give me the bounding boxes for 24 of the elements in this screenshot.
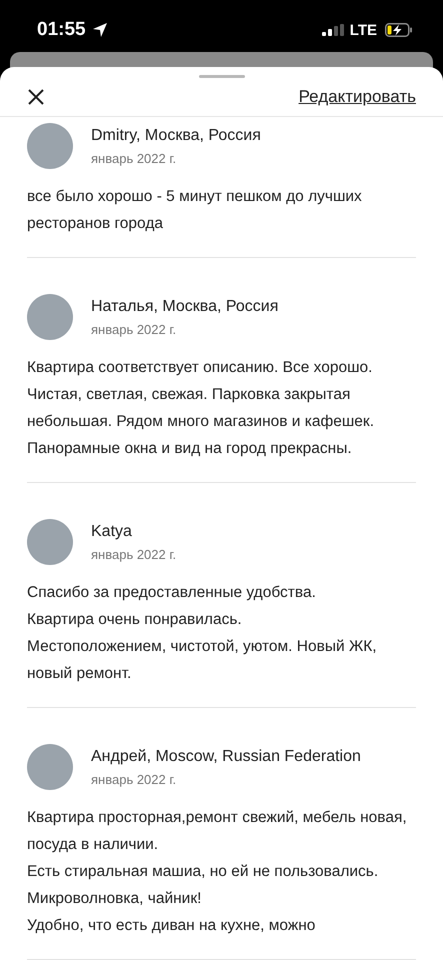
review-text: Квартира просторная,ремонт свежий, мебель новая, посуда в наличии. Есть стиральная машиа, но ей не пользовались. Микроволновка, чайник! Удобно, что есть диван на кухне, можно bbox=[27, 808, 408, 936]
avatar-circle bbox=[27, 123, 73, 169]
close-button[interactable] bbox=[26, 87, 46, 108]
review-text: Спасибо за предоставленные удобства. Квартира очень понравилась. Местоположением, чистотой, уютом. Новый ЖК, новый ремонт. bbox=[27, 583, 378, 684]
review-date: январь 2022 г. bbox=[91, 322, 178, 336]
reviewer-name: Katya bbox=[91, 522, 133, 540]
review-text: все было хорошо - 5 минут пешком до лучших ресторанов города bbox=[27, 187, 363, 234]
avatar-circle bbox=[27, 294, 73, 340]
drag-handle[interactable] bbox=[198, 75, 244, 78]
edit-link[interactable]: Редактировать bbox=[298, 87, 416, 108]
review-date: январь 2022 г. bbox=[91, 772, 178, 786]
reviewer-name: Наталья, Москва, Россия bbox=[91, 298, 278, 316]
avatar-circle bbox=[27, 519, 73, 565]
reviewer-name: Dmitry, Москва, Россия bbox=[91, 126, 261, 144]
avatar-circle bbox=[27, 744, 73, 790]
location-arrow-icon bbox=[92, 22, 108, 38]
network-label: LTE bbox=[350, 22, 377, 38]
status-time: 01:55 bbox=[37, 19, 86, 41]
review-date: январь 2022 г. bbox=[91, 150, 178, 166]
reviewer-name: Андрей, Moscow, Russian Federation bbox=[91, 748, 361, 766]
review-text: Квартира соответствует описанию. Все хорошо. Чистая, светлая, свежая. Парковка закрытая небольшая. Рядом много магазинов и кафешек. Панорамные окна и вид на город прекрасны. bbox=[27, 358, 376, 459]
battery-charging-icon bbox=[385, 23, 413, 37]
review-date: январь 2022 г. bbox=[91, 546, 176, 562]
signal-icon bbox=[322, 24, 344, 36]
